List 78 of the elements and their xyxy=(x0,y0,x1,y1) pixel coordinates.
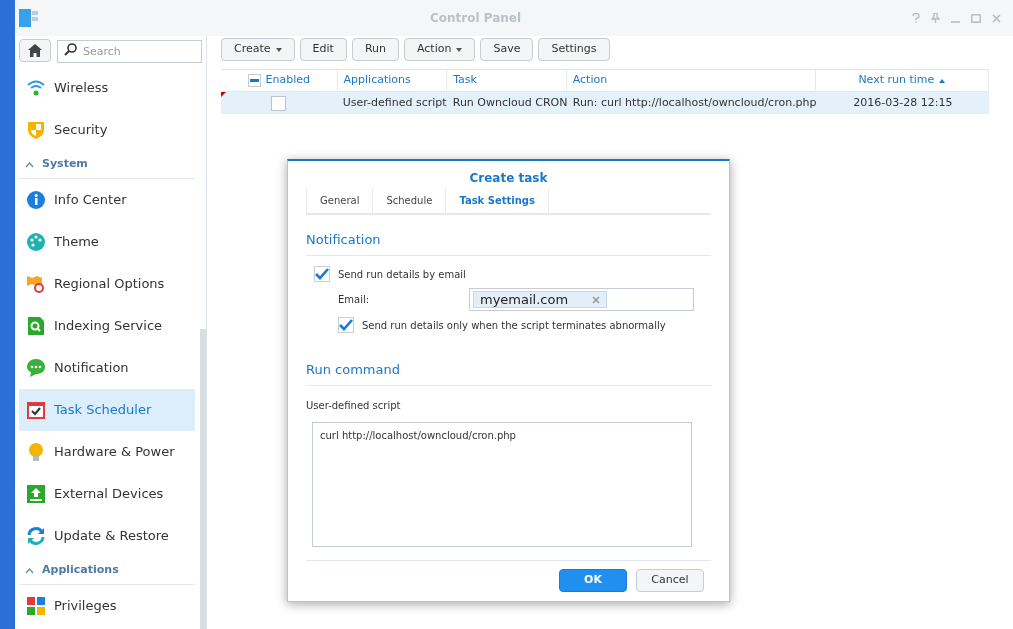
section-header[interactable]: System xyxy=(19,151,195,179)
sidebar-item[interactable]: Info Center xyxy=(19,179,195,221)
column-header[interactable]: Enabled xyxy=(265,72,310,89)
enabled-checkbox[interactable] xyxy=(271,95,287,111)
table-cell: Run Owncloud CRON xyxy=(452,95,568,109)
column-header[interactable]: Task xyxy=(453,72,477,89)
section-heading: Run command xyxy=(306,362,400,377)
field-label: Email: xyxy=(338,293,371,307)
window-title: Control Panel xyxy=(428,10,523,27)
toolbar-button[interactable]: Settings xyxy=(538,38,610,61)
caret-icon xyxy=(25,567,34,574)
scrollbar[interactable] xyxy=(200,329,206,629)
table-row[interactable]: User-defined script Run Owncloud CRON Run: curl http://localhost/owncloud/cron.php 2016-03-28 12:15 xyxy=(221,92,989,114)
sidebar-item[interactable]: Regional Options xyxy=(19,263,195,305)
tab[interactable]: Schedule xyxy=(372,188,446,213)
sidebar-item[interactable]: Privileges xyxy=(19,585,195,627)
toolbar-button[interactable]: Save xyxy=(480,38,534,61)
upload-icon xyxy=(26,484,46,504)
column-header[interactable]: Action xyxy=(572,72,608,89)
sidebar-item[interactable]: Wireless xyxy=(19,67,195,109)
tab[interactable]: Task Settings xyxy=(445,188,549,213)
shield-icon xyxy=(26,120,46,140)
checkbox[interactable] xyxy=(314,266,330,282)
caret-icon xyxy=(25,161,34,168)
checkbox-label: Send run details by email xyxy=(338,267,466,282)
search-field[interactable]: Search xyxy=(57,40,202,63)
sort-up-icon xyxy=(939,78,946,83)
toolbar-button[interactable]: Action xyxy=(403,38,476,61)
sidebar-item[interactable]: Update & Restore xyxy=(19,515,195,557)
home-button[interactable] xyxy=(19,39,51,62)
info-icon xyxy=(26,190,46,210)
section-heading: Notification xyxy=(306,232,381,247)
caret-icon xyxy=(275,47,282,52)
search-icon xyxy=(64,43,77,56)
table-cell: User-defined script xyxy=(342,95,447,109)
email-tag[interactable]: myemail.com xyxy=(473,291,608,308)
dialog-title: Create task xyxy=(469,170,548,187)
caret-icon xyxy=(456,47,463,52)
sidebar-item[interactable]: Security xyxy=(19,109,195,151)
maximize-icon[interactable] xyxy=(971,13,981,23)
calendar-check-icon xyxy=(26,400,46,420)
wifi-icon xyxy=(26,79,46,97)
email-field[interactable]: myemail.com xyxy=(469,288,694,311)
refresh-icon xyxy=(26,526,46,546)
lightbulb-icon xyxy=(26,442,46,462)
pin-icon[interactable] xyxy=(931,13,940,23)
home-icon xyxy=(28,44,42,57)
sidebar-item[interactable]: Theme xyxy=(19,221,195,263)
checkbox[interactable] xyxy=(338,317,354,333)
sidebar-item[interactable]: Task Scheduler xyxy=(19,389,195,431)
header-checkbox[interactable] xyxy=(247,74,261,87)
sidebar-item[interactable]: Hardware & Power xyxy=(19,431,195,473)
sidebar-item[interactable]: External Devices xyxy=(19,473,195,515)
help-icon[interactable] xyxy=(912,13,920,23)
remove-icon[interactable] xyxy=(592,295,601,304)
section-header[interactable]: Applications xyxy=(19,557,195,585)
modified-marker-icon xyxy=(221,92,226,97)
close-icon[interactable] xyxy=(992,13,1001,23)
map-clock-icon xyxy=(26,274,46,294)
document-search-icon xyxy=(26,316,46,336)
table-cell: Run: curl http://localhost/owncloud/cron.php xyxy=(572,95,817,109)
toolbar-button[interactable]: Run xyxy=(351,38,399,61)
tiles-icon xyxy=(26,596,46,616)
column-header[interactable]: Next run time xyxy=(858,72,946,89)
checkbox-label: Send run details only when the script terminates abnormally xyxy=(362,318,666,333)
script-textarea[interactable]: curl http://localhost/owncloud/cron.php xyxy=(312,422,692,547)
dialog-button[interactable]: Cancel xyxy=(636,569,704,592)
chat-bubble-icon xyxy=(26,358,46,378)
palette-icon xyxy=(26,232,46,252)
table-cell: 2016-03-28 12:15 xyxy=(853,95,953,109)
field-label: User-defined script xyxy=(306,399,402,413)
sidebar-item[interactable]: Indexing Service xyxy=(19,305,195,347)
control-panel-icon xyxy=(19,8,39,28)
sidebar-item[interactable]: Notification xyxy=(19,347,195,389)
toolbar-button[interactable]: Create xyxy=(221,38,295,61)
tab[interactable]: General xyxy=(306,188,373,213)
column-header[interactable]: Applications xyxy=(343,72,411,89)
toolbar-button[interactable]: Edit xyxy=(299,38,347,61)
